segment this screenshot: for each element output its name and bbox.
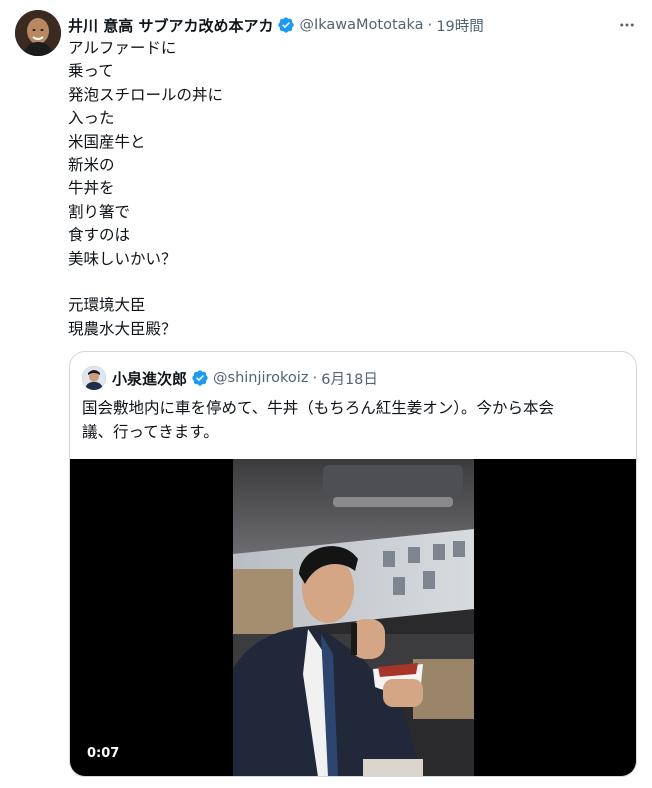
quoted-author-name[interactable]: 小泉進次郎 (112, 368, 187, 389)
author-name[interactable]: 井川 意高 サブアカ改め本アカ (68, 15, 273, 36)
video-player[interactable]: 0:07 (70, 459, 636, 776)
video-duration: 0:07 (87, 746, 120, 761)
tweet-text-line: 新米の (68, 155, 115, 174)
tweet-time[interactable]: 19時間 (436, 15, 483, 36)
tweet-text-line: 割り箸で (68, 202, 131, 221)
tweet-text-line: 発泡スチロールの丼に (68, 85, 224, 104)
quoted-tweet[interactable]: 小泉進次郎 @shinjirokoiz · 6月18日 国会敷地内に車を停めて、… (69, 351, 637, 777)
tweet-text-line: 牛丼を (68, 179, 115, 198)
quoted-avatar (82, 366, 106, 390)
tweet-text-line: 米国産牛と (68, 132, 146, 151)
tweet-text-line: 美味しいかい？ (68, 249, 177, 268)
tweet-text-line: 現農水大臣殿？ (68, 319, 177, 338)
quoted-tweet-header: 小泉進次郎 @shinjirokoiz · 6月18日 (82, 365, 624, 391)
quoted-text-line: 国会敷地内に車を停めて、牛丼（もちろん紅生姜オン）。今から本会 (82, 399, 554, 417)
separator-dot: · (427, 16, 433, 34)
author-handle[interactable]: @IkawaMototaka (299, 17, 423, 33)
more-options-icon[interactable] (616, 14, 638, 36)
tweet-text-line: アルファードに (68, 39, 177, 57)
tweet-header: 井川 意高 サブアカ改め本アカ @IkawaMototaka · 19時間 (68, 14, 612, 36)
tweet-text: アルファードに 乗って 発泡スチロールの丼に 入った 米国産牛と 新米の 牛丼を… (68, 37, 628, 341)
quoted-tweet-text: 国会敷地内に車を停めて、牛丼（もちろん紅生姜オン）。今から本会 議、行ってきます… (82, 396, 622, 444)
tweet-text-line: 入った (68, 109, 115, 128)
quoted-text-line: 議、行ってきます。 (82, 423, 219, 441)
tweet-text-line: 元環境大臣 (68, 296, 146, 315)
verified-badge-icon (277, 16, 295, 34)
separator-dot: · (312, 369, 318, 387)
quoted-tweet-time[interactable]: 6月18日 (321, 368, 378, 389)
verified-badge-icon (191, 369, 209, 387)
tweet-text-line: 食すのは (68, 226, 131, 245)
video-frame (233, 459, 474, 776)
tweet: 井川 意高 サブアカ改め本アカ @IkawaMototaka · 19時間 アル… (0, 0, 652, 788)
avatar[interactable] (15, 10, 61, 56)
tweet-text-line: 乗って (68, 62, 114, 81)
quoted-author-handle[interactable]: @shinjirokoiz (213, 370, 308, 386)
